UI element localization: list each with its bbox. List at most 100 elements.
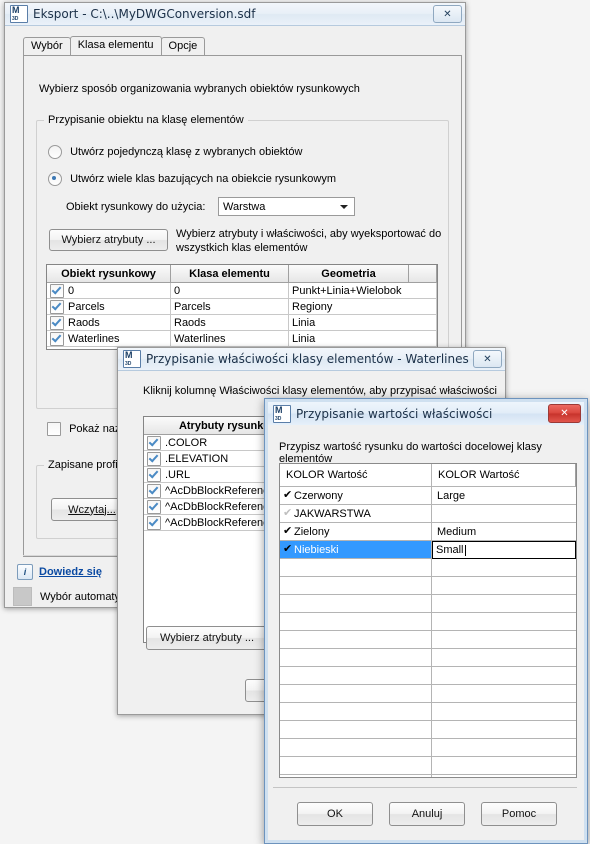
values-dialog-titlebar[interactable]: Przypisanie wartości właściwości ✕ [268,402,584,425]
values-grid[interactable]: KOLOR Wartość KOLOR Wartość ✔ Czerwony L… [279,463,577,778]
cell-feature-class[interactable]: Waterlines [171,331,289,347]
cell-feature-class[interactable]: 0 [171,283,289,299]
table-row[interactable]: Parcels Parcels Regiony [47,299,437,315]
cell-source-value[interactable] [280,667,432,685]
table-row-empty[interactable] [280,649,576,667]
select-attributes-button[interactable]: Wybierz atrybuty ... [49,229,168,251]
cell-source-value[interactable] [280,703,432,721]
radio-single-class[interactable]: Utwórz pojedynczą klasę z wybranych obie… [48,145,302,159]
radio-single-class-button[interactable] [48,145,62,159]
cell-target-value[interactable] [432,667,576,685]
row-check-icon[interactable]: ✔ [283,526,294,537]
cell-geometry[interactable]: Punkt+Linia+Wielobok [289,283,437,299]
row-checkbox[interactable] [147,451,161,466]
cell-target-value[interactable] [432,631,576,649]
feature-class-grid[interactable]: Obiekt rysunkowy Klasa elementu Geometri… [46,264,438,350]
cell-source-value[interactable] [280,685,432,703]
table-row-empty[interactable] [280,559,576,577]
table-row-empty[interactable] [280,757,576,775]
table-row-empty[interactable] [280,577,576,595]
cell-source-value[interactable] [280,631,432,649]
cell-source-value[interactable] [280,649,432,667]
cell-geometry[interactable]: Linia [289,331,437,347]
cell-object[interactable]: Parcels [47,299,171,315]
cell-source-value[interactable] [280,757,432,775]
tab-klasa-elementu[interactable]: Klasa elementu [69,36,162,55]
row-checkbox[interactable] [50,299,64,314]
properties-dialog-titlebar[interactable]: Przypisanie właściwości klasy elementów … [118,348,505,371]
table-row-empty[interactable] [280,613,576,631]
show-names-checkbox-box[interactable] [47,422,61,436]
tab-opcje[interactable]: Opcje [160,37,206,55]
row-checkbox[interactable] [50,283,64,298]
table-row[interactable]: Waterlines Waterlines Linia [47,331,437,347]
learn-more-row[interactable]: i Dowiedz się [17,564,102,580]
table-row-empty[interactable] [280,739,576,757]
table-row-empty[interactable] [280,595,576,613]
tab-wybor[interactable]: Wybór [23,37,71,55]
cell-source-value[interactable]: ✔ Czerwony [280,487,432,505]
cell-target-value[interactable] [432,685,576,703]
close-icon[interactable]: ✕ [433,5,462,23]
cell-target-value[interactable]: Medium [432,523,576,541]
table-row[interactable]: Raods Raods Linia [47,315,437,331]
cell-source-value[interactable] [280,721,432,739]
cell-source-value[interactable] [280,613,432,631]
cell-source-value[interactable] [280,559,432,577]
table-row-empty[interactable] [280,703,576,721]
row-checkbox[interactable] [147,499,161,514]
row-check-icon[interactable]: ✔ [283,490,294,501]
cell-source-value[interactable] [280,595,432,613]
row-checkbox[interactable] [147,435,161,450]
cell-source-value[interactable]: ✔ Zielony [280,523,432,541]
row-checkbox[interactable] [50,315,64,330]
table-row[interactable]: ✔ Niebieski Small [280,541,576,559]
row-check-icon[interactable]: ✔ [283,544,294,555]
cell-source-value[interactable] [280,775,432,777]
cell-target-value[interactable] [432,559,576,577]
values-dialog[interactable]: Przypisanie wartości właściwości ✕ Przyp… [264,398,588,844]
cell-target-value[interactable] [432,721,576,739]
cell-geometry[interactable]: Linia [289,315,437,331]
radio-multi-class-button[interactable] [48,172,62,186]
cell-feature-class[interactable]: Parcels [171,299,289,315]
table-row-empty[interactable] [280,631,576,649]
cell-target-value[interactable] [432,739,576,757]
cell-target-value[interactable] [432,757,576,775]
help-button[interactable]: Pomoc [481,802,557,826]
cell-geometry[interactable]: Regiony [289,299,437,315]
table-row[interactable]: 0 0 Punkt+Linia+Wielobok [47,283,437,299]
cell-object[interactable]: 0 [47,283,171,299]
table-row-empty[interactable] [280,685,576,703]
cell-object[interactable]: Waterlines [47,331,171,347]
cell-target-value[interactable] [432,595,576,613]
cell-target-value[interactable] [432,703,576,721]
learn-more-link[interactable]: Dowiedz się [39,566,102,578]
ok-button[interactable]: OK [297,802,373,826]
radio-multi-class[interactable]: Utwórz wiele klas bazujących na obiekcie… [48,172,336,186]
row-checkbox[interactable] [147,515,161,530]
cell-target-value[interactable] [432,775,576,777]
table-row-empty[interactable] [280,667,576,685]
table-row-empty[interactable] [280,721,576,739]
cancel-button[interactable]: Anuluj [389,802,465,826]
row-checkbox[interactable] [147,467,161,482]
close-icon[interactable]: ✕ [548,404,581,423]
cell-target-value[interactable] [432,613,576,631]
cell-source-value[interactable]: ✔ JAKWARSTWA [280,505,432,523]
cell-source-value[interactable] [280,739,432,757]
target-value-editor[interactable]: Small [432,541,576,559]
auto-select-row[interactable]: Wybór automaty [13,587,120,606]
row-checkbox[interactable] [50,331,64,346]
close-icon[interactable]: ✕ [473,350,502,368]
table-row[interactable]: ✔ Czerwony Large [280,487,576,505]
cell-target-value[interactable]: Large [432,487,576,505]
cell-source-value[interactable] [280,577,432,595]
properties-select-attributes-button[interactable]: Wybierz atrybuty ... [146,626,268,650]
table-row[interactable]: ✔ JAKWARSTWA [280,505,576,523]
cell-target-value[interactable] [432,649,576,667]
row-checkbox[interactable] [147,483,161,498]
cell-feature-class[interactable]: Raods [171,315,289,331]
cell-target-value[interactable] [432,577,576,595]
cell-target-value[interactable] [432,505,576,523]
